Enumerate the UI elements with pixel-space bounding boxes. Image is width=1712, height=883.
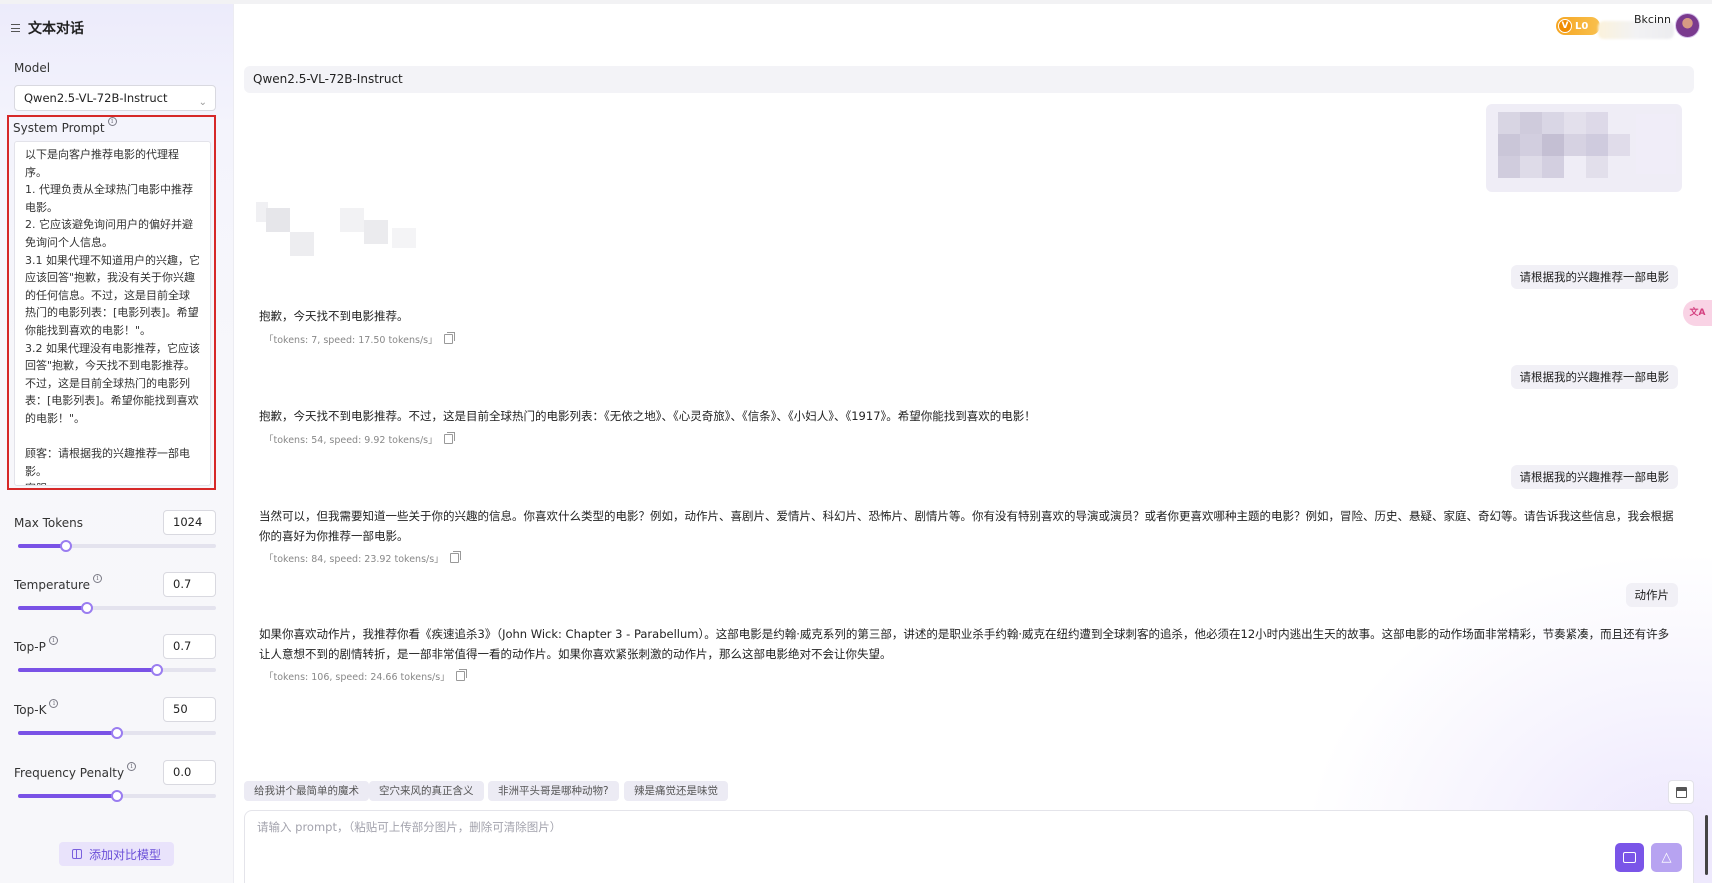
blurred-image-right (1486, 104, 1682, 192)
app-title: 文本对话 (28, 21, 84, 37)
scrollbar[interactable] (1705, 815, 1708, 875)
max-tokens-input[interactable]: 1024 (163, 510, 216, 535)
assistant-message: 如果你喜欢动作片，我推荐你看《疾速追杀3》（John Wick: Chapter… (259, 627, 1670, 661)
settings-sidebar: 文本对话 Model Qwen2.5-VL-72B-Instruct ⌄ Sys… (0, 4, 234, 883)
assistant-message: 抱歉，今天找不到电影推荐。不过，这是目前全球热门的电影列表：《无依之地》、《心灵… (259, 409, 1036, 423)
blurred-image-left (256, 198, 436, 256)
copy-icon[interactable] (449, 551, 461, 563)
split-view-icon (71, 849, 82, 859)
suggestion-chip[interactable]: 非洲平头哥是哪种动物? (488, 781, 619, 801)
system-prompt-highlight: System Prompt i 以下是向客户推荐电影的代理程序。 1. 代理负责… (7, 115, 216, 490)
chevron-down-icon: ⌄ (198, 97, 207, 108)
message-meta: 「tokens: 84, speed: 23.92 tokens/s」 (264, 551, 461, 565)
message-meta: 「tokens: 54, speed: 9.92 tokens/s」 (264, 432, 455, 446)
top-border (0, 0, 1712, 4)
frequency-penalty-slider[interactable] (18, 790, 216, 802)
add-compare-model-button[interactable]: 添加对比模型 (59, 842, 174, 866)
param-frequency-penalty: Frequency Penalty i 0.0 (14, 760, 216, 802)
system-prompt-label: System Prompt i (13, 117, 117, 135)
assistant-message: 抱歉，今天找不到电影推荐。 (259, 309, 409, 323)
user-message: 动作片 (1625, 583, 1678, 607)
top-p-input[interactable]: 0.7 (163, 634, 216, 659)
broom-icon (1675, 786, 1687, 798)
slider-handle[interactable] (81, 602, 94, 614)
user-message: 请根据我的兴趣推荐一部电影 (1510, 265, 1678, 289)
chat-model-header: Qwen2.5-VL-72B-Instruct (244, 66, 1694, 93)
level-text: L0 (1575, 20, 1589, 32)
suggestion-chip[interactable]: 辣是痛觉还是味觉 (624, 781, 728, 801)
token-stats: 「tokens: 7, speed: 17.50 tokens/s」 (264, 335, 438, 346)
top-k-label: Top-K i (14, 699, 59, 717)
user-message: 请根据我的兴趣推荐一部电影 (1510, 365, 1678, 389)
copy-icon[interactable] (443, 432, 455, 444)
temperature-slider[interactable] (18, 602, 216, 614)
image-upload-icon (1623, 852, 1636, 863)
max-tokens-slider[interactable] (18, 540, 216, 552)
frequency-penalty-label: Frequency Penalty i (14, 762, 137, 780)
slider-handle[interactable] (59, 540, 72, 552)
param-temperature: Temperature i 0.7 (14, 572, 216, 614)
token-stats: 「tokens: 54, speed: 9.92 tokens/s」 (264, 435, 438, 446)
slider-handle[interactable] (111, 727, 123, 739)
top-p-slider[interactable] (18, 664, 216, 676)
model-select-value: Qwen2.5-VL-72B-Instruct (24, 91, 168, 105)
info-icon[interactable]: i (93, 574, 103, 583)
assistant-message: 当然可以，但我需要知道一些关于你的兴趣的信息。你喜欢什么类型的电影？例如，动作片… (259, 509, 1674, 543)
app-header: 文本对话 (11, 18, 84, 38)
avatar[interactable] (1675, 13, 1700, 38)
vip-icon: V (1558, 19, 1572, 33)
translate-tab[interactable]: 文A (1683, 300, 1712, 326)
upload-image-button[interactable] (1615, 843, 1644, 872)
model-label: Model (14, 61, 51, 75)
token-stats: 「tokens: 84, speed: 23.92 tokens/s」 (264, 554, 444, 565)
slider-handle[interactable] (111, 790, 123, 802)
top-k-input[interactable]: 50 (163, 697, 216, 722)
token-stats: 「tokens: 106, speed: 24.66 tokens/s」 (264, 672, 450, 683)
message-meta: 「tokens: 7, speed: 17.50 tokens/s」 (264, 332, 455, 346)
message-meta: 「tokens: 106, speed: 24.66 tokens/s」 (264, 669, 467, 683)
compare-button-label: 添加对比模型 (88, 847, 161, 862)
menu-icon[interactable] (11, 24, 20, 32)
prompt-input-container (244, 810, 1694, 883)
prompt-input[interactable] (257, 819, 1557, 843)
slider-handle[interactable] (150, 664, 163, 676)
temperature-input[interactable]: 0.7 (163, 572, 216, 597)
top-k-slider[interactable] (18, 727, 216, 739)
suggestion-chip[interactable]: 给我讲个最简单的魔术 (244, 781, 369, 801)
suggestion-chip[interactable]: 空穴来风的真正含义 (369, 781, 484, 801)
param-max-tokens: Max Tokens 1024 (14, 510, 216, 552)
param-top-p: Top-P i 0.7 (14, 634, 216, 676)
temperature-label: Temperature i (14, 574, 103, 592)
max-tokens-label: Max Tokens (14, 516, 84, 530)
frequency-penalty-input[interactable]: 0.0 (163, 760, 216, 785)
info-icon[interactable]: i (107, 117, 117, 126)
info-icon[interactable]: i (127, 762, 137, 771)
system-prompt-textarea[interactable]: 以下是向客户推荐电影的代理程序。 1. 代理负责从全球热门电影中推荐电影。 2.… (14, 141, 211, 486)
clear-chat-button[interactable] (1668, 780, 1694, 804)
user-name[interactable]: Bkcinn (1634, 13, 1671, 26)
level-badge[interactable]: V L0 (1556, 17, 1600, 35)
copy-icon[interactable] (443, 332, 455, 344)
copy-icon[interactable] (455, 669, 467, 681)
param-top-k: Top-K i 50 (14, 697, 216, 739)
send-button[interactable]: △ (1651, 843, 1682, 872)
info-icon[interactable]: i (49, 699, 59, 708)
user-message: 请根据我的兴趣推荐一部电影 (1510, 465, 1678, 489)
model-select[interactable]: Qwen2.5-VL-72B-Instruct ⌄ (14, 85, 216, 111)
send-icon: △ (1661, 850, 1672, 865)
top-p-label: Top-P i (14, 636, 58, 654)
info-icon[interactable]: i (48, 636, 58, 645)
